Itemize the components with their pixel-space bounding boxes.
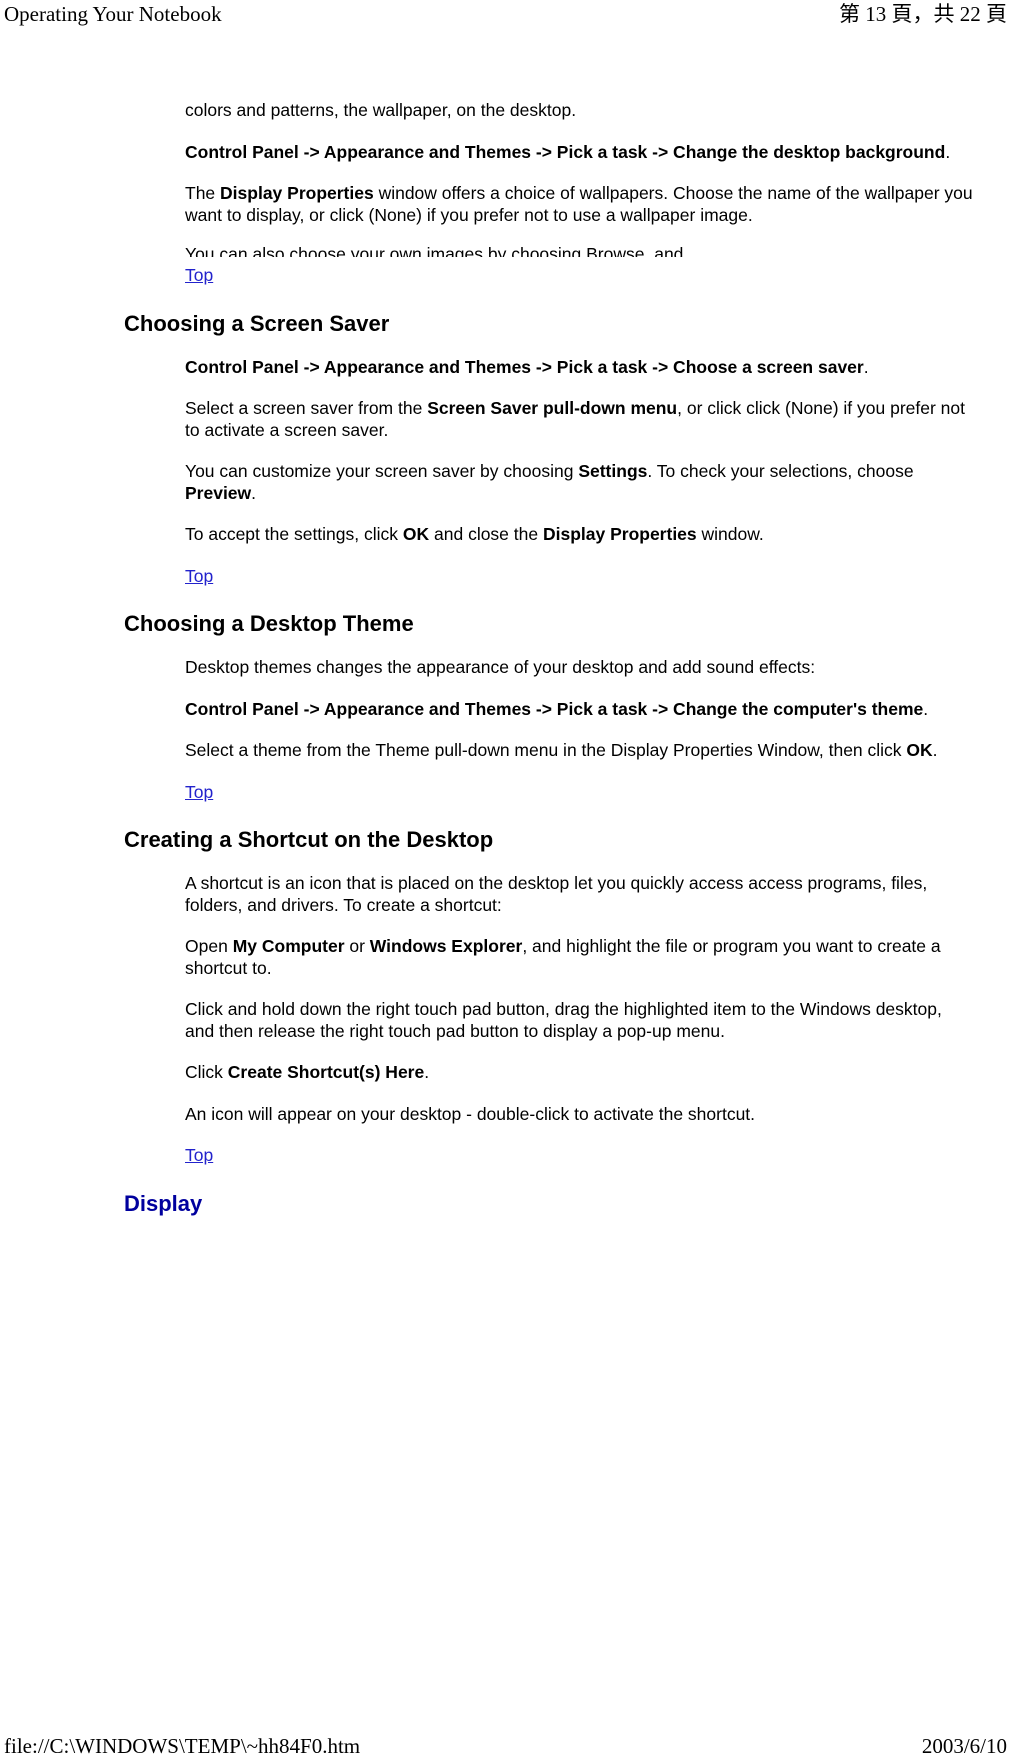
- paragraph-screen-saver-accept: To accept the settings, click OK and clo…: [185, 524, 973, 546]
- shortcut-click-post: .: [424, 1062, 430, 1082]
- top-link-block-4: Top: [185, 1145, 973, 1167]
- paragraph-continued: colors and patterns, the wallpaper, on t…: [185, 100, 577, 120]
- paragraph-block-shortcut-drag: Click and hold down the right touch pad …: [185, 999, 973, 1042]
- paragraph-block-shortcut-click: Click Create Shortcut(s) Here.: [185, 1062, 973, 1084]
- top-link-block-1: Top: [185, 265, 973, 287]
- footer-date: 2003/6/10: [921, 1734, 1007, 1754]
- top-link-block-2: Top: [185, 566, 973, 588]
- wallpaper-path-tail: .: [945, 141, 951, 162]
- top-link[interactable]: Top: [185, 1145, 213, 1165]
- document-content: colors and patterns, the wallpaper, on t…: [0, 100, 1013, 1217]
- paragraph-block-desktop-theme-path: Control Panel -> Appearance and Themes -…: [185, 699, 973, 721]
- screen-saver-select-pre: Select a screen saver from the: [185, 398, 428, 418]
- wallpaper-path-bold: Control Panel -> Appearance and Themes -…: [185, 141, 946, 162]
- paragraph-block-desktop-theme-intro: Desktop themes changes the appearance of…: [185, 657, 973, 679]
- paragraph-block-screen-saver-path: Control Panel -> Appearance and Themes -…: [185, 357, 973, 379]
- section-heading-shortcut: Creating a Shortcut on the Desktop: [124, 827, 494, 852]
- shortcut-open-bold-windows-explorer: Windows Explorer: [369, 936, 523, 956]
- header-page-indicator: 第 13 頁，共 22 頁: [839, 2, 1007, 26]
- accept-bold-ok: OK: [402, 524, 430, 544]
- header-document-title: Operating Your Notebook: [4, 2, 222, 26]
- heading-block-shortcut: Creating a Shortcut on the Desktop: [124, 827, 973, 853]
- shortcut-open-mid: or: [344, 936, 370, 956]
- display-properties-bold: Display Properties: [220, 183, 374, 203]
- screen-saver-select-bold: Screen Saver pull-down menu: [427, 398, 678, 418]
- customize-mid: . To check your selections, choose: [647, 461, 914, 481]
- paragraph-shortcut-click: Click Create Shortcut(s) Here.: [185, 1062, 973, 1084]
- accept-post: window.: [696, 524, 764, 544]
- display-properties-pre: The: [185, 183, 221, 203]
- paragraph-block-wallpaper-path: Control Panel -> Appearance and Themes -…: [185, 142, 973, 164]
- paragraph-screen-saver-customize: You can customize your screen saver by c…: [185, 461, 973, 504]
- paragraph-screen-saver-path: Control Panel -> Appearance and Themes -…: [185, 357, 973, 379]
- top-link-block-3: Top: [185, 782, 973, 804]
- paragraph-block-desktop-theme-select: Select a theme from the Theme pull-down …: [185, 740, 973, 762]
- desktop-theme-path-bold: Control Panel -> Appearance and Themes -…: [185, 698, 924, 719]
- desktop-theme-path-tail: .: [923, 698, 929, 719]
- screen-saver-path-tail: .: [863, 356, 869, 377]
- paragraph-shortcut-icon: An icon will appear on your desktop - do…: [185, 1103, 756, 1124]
- paragraph-shortcut-open: Open My Computer or Windows Explorer, an…: [185, 936, 973, 979]
- accept-mid: and close the: [429, 524, 543, 544]
- paragraph-display-properties: The Display Properties window offers a c…: [185, 183, 973, 226]
- accept-pre: To accept the settings, click: [185, 524, 403, 544]
- screen-saver-path-bold: Control Panel -> Appearance and Themes -…: [185, 356, 864, 377]
- paragraph-block-screen-saver-accept: To accept the settings, click OK and clo…: [185, 524, 973, 546]
- paragraph-desktop-theme-path: Control Panel -> Appearance and Themes -…: [185, 699, 973, 721]
- paragraph-block-shortcut-open: Open My Computer or Windows Explorer, an…: [185, 936, 973, 979]
- top-link[interactable]: Top: [185, 265, 213, 285]
- heading-block-screen-saver: Choosing a Screen Saver: [124, 311, 973, 337]
- paragraph-screen-saver-select: Select a screen saver from the Screen Sa…: [185, 398, 973, 441]
- customize-bold-preview: Preview: [185, 482, 252, 503]
- theme-select-post: .: [932, 740, 938, 760]
- shortcut-click-bold: Create Shortcut(s) Here: [227, 1062, 425, 1082]
- paragraph-block-shortcut-intro: A shortcut is an icon that is placed on …: [185, 873, 973, 916]
- heading-block-desktop-theme: Choosing a Desktop Theme: [124, 611, 973, 637]
- heading-block-display: Display: [124, 1191, 973, 1217]
- paragraph-block-clipped: You can also choose your own images by c…: [185, 245, 973, 257]
- customize-pre: You can customize your screen saver by c…: [185, 461, 579, 481]
- section-heading-display: Display: [124, 1190, 203, 1216]
- shortcut-open-pre: Open: [185, 936, 233, 956]
- paragraph-shortcut-drag: Click and hold down the right touch pad …: [185, 999, 942, 1041]
- paragraph-shortcut-intro: A shortcut is an icon that is placed on …: [185, 873, 928, 915]
- paragraph-desktop-theme-select: Select a theme from the Theme pull-down …: [185, 740, 973, 762]
- paragraph-clipped: You can also choose your own images by c…: [185, 245, 684, 257]
- shortcut-open-bold-my-computer: My Computer: [232, 936, 345, 956]
- shortcut-click-pre: Click: [185, 1062, 228, 1082]
- paragraph-block-shortcut-icon: An icon will appear on your desktop - do…: [185, 1104, 973, 1126]
- paragraph-block-display-properties: The Display Properties window offers a c…: [185, 183, 973, 226]
- paragraph-block-screen-saver-customize: You can customize your screen saver by c…: [185, 461, 973, 504]
- paragraph-desktop-theme-intro: Desktop themes changes the appearance of…: [185, 657, 816, 677]
- theme-select-bold-ok: OK: [906, 740, 933, 760]
- page-footer: file://C:\WINDOWS\TEMP\~hh84F0.htm 2003/…: [0, 1734, 1013, 1754]
- paragraph-block-continued: colors and patterns, the wallpaper, on t…: [185, 100, 973, 122]
- page-header: Operating Your Notebook 第 13 頁，共 22 頁: [0, 0, 1013, 34]
- accept-bold-display-properties: Display Properties: [542, 524, 697, 544]
- document-page: { "header": { "title": "Operating Your N…: [0, 0, 1013, 1754]
- paragraph-wallpaper-path: Control Panel -> Appearance and Themes -…: [185, 142, 973, 164]
- section-heading-desktop-theme: Choosing a Desktop Theme: [124, 611, 414, 636]
- section-heading-screen-saver: Choosing a Screen Saver: [124, 310, 390, 336]
- paragraph-block-screen-saver-select: Select a screen saver from the Screen Sa…: [185, 398, 973, 441]
- top-link[interactable]: Top: [185, 566, 213, 586]
- customize-post: .: [251, 482, 257, 503]
- customize-bold-settings: Settings: [578, 461, 648, 481]
- footer-file-path: file://C:\WINDOWS\TEMP\~hh84F0.htm: [4, 1734, 361, 1754]
- theme-select-pre: Select a theme from the Theme pull-down …: [185, 740, 907, 760]
- top-link[interactable]: Top: [185, 782, 213, 802]
